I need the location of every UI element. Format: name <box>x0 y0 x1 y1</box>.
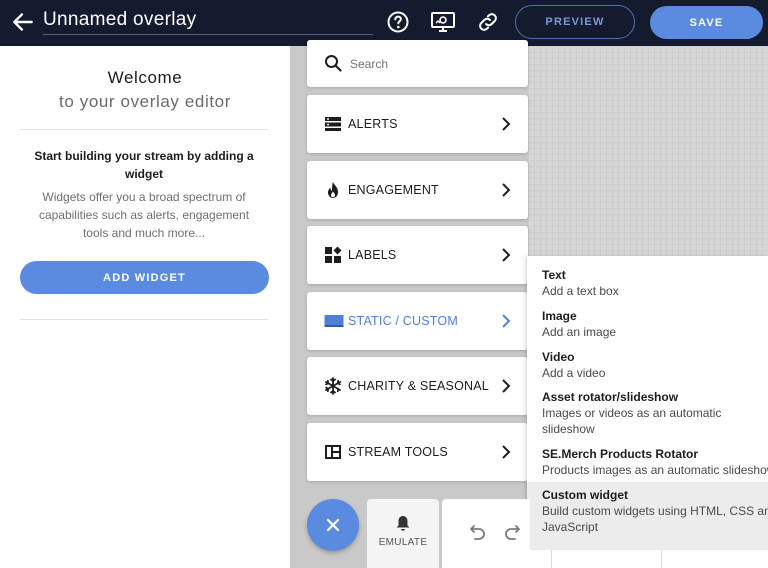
submenu-item-text[interactable]: Text Add a text box <box>527 268 768 306</box>
emulate-button[interactable]: EMULATE <box>367 499 439 568</box>
redo-icon[interactable] <box>504 523 524 541</box>
category-label: STREAM TOOLS <box>348 445 448 459</box>
add-widget-button[interactable]: ADD WIDGET <box>20 261 269 294</box>
divider <box>20 319 268 320</box>
labels-icon <box>325 246 342 263</box>
submenu-item-title: Custom widget <box>542 488 628 502</box>
divider <box>20 129 268 130</box>
undo-icon[interactable] <box>466 523 486 541</box>
search-input[interactable] <box>350 57 510 71</box>
bottom-toolbar-strip <box>527 550 768 568</box>
history-controls <box>442 499 530 568</box>
widget-search[interactable] <box>307 40 528 87</box>
overlay-title-field[interactable]: Unnamed overlay <box>43 6 373 35</box>
category-stream-tools[interactable]: STREAM TOOLS <box>307 423 528 481</box>
welcome-subtitle: to your overlay editor <box>59 92 231 111</box>
chevron-right-icon <box>502 183 511 197</box>
alerts-icon <box>325 117 341 131</box>
chevron-right-icon <box>502 248 511 262</box>
toolbar-divider <box>551 550 552 568</box>
submenu-item-custom-widget[interactable]: Custom widget Build custom widgets using… <box>527 482 768 550</box>
category-alerts[interactable]: ALERTS <box>307 95 528 153</box>
welcome-title: Welcome <box>107 68 183 87</box>
category-engagement[interactable]: ENGAGEMENT <box>307 161 528 219</box>
category-labels[interactable]: LABELS <box>307 226 528 284</box>
submenu-item-description: Products images as an automatic slidesho… <box>542 463 768 477</box>
submenu-item-title: Asset rotator/slideshow <box>542 390 679 404</box>
static-custom-submenu: Text Add a text box Image Add an image V… <box>527 256 768 550</box>
submenu-item-description: Add an image <box>542 325 617 339</box>
static-custom-icon <box>324 315 344 327</box>
stream-tools-icon <box>325 445 341 459</box>
category-static-custom[interactable]: STATIC / CUSTOM <box>307 292 528 350</box>
canvas-grid-area[interactable] <box>528 46 768 256</box>
submenu-item-description: slideshow <box>542 422 595 436</box>
toolbar-divider <box>661 550 662 568</box>
help-icon[interactable] <box>386 10 410 34</box>
description-text: Widgets offer you a broad spectrum of ca… <box>38 190 250 240</box>
submenu-item-description: Images or videos as an automatic <box>542 406 722 420</box>
submenu-item-title: Text <box>542 268 566 282</box>
chevron-right-icon <box>502 445 511 459</box>
category-charity-seasonal[interactable]: CHARITY & SEASONAL <box>307 357 528 415</box>
chevron-right-icon <box>502 379 511 393</box>
category-label: CHARITY & SEASONAL <box>348 379 489 393</box>
submenu-item-description: JavaScript <box>542 520 599 534</box>
start-text: Start building your stream by adding a w… <box>34 149 254 181</box>
snowflake-icon <box>325 377 341 395</box>
submenu-item-title: Video <box>542 350 575 364</box>
emulate-label: EMULATE <box>378 537 428 548</box>
submenu-item-title: Image <box>542 309 577 323</box>
overlay-title[interactable]: Unnamed overlay <box>43 9 196 30</box>
link-icon[interactable] <box>476 10 500 34</box>
category-label: LABELS <box>348 248 397 262</box>
flame-icon <box>328 182 338 198</box>
submenu-item-description: Build custom widgets using HTML, CSS and <box>542 504 768 518</box>
chevron-right-icon <box>502 314 511 328</box>
save-button[interactable]: SAVE <box>650 6 763 39</box>
submenu-item-image[interactable]: Image Add an image <box>527 309 768 347</box>
chevron-right-icon <box>502 117 511 131</box>
submenu-item-merch-rotator[interactable]: SE.Merch Products Rotator Products image… <box>527 447 768 485</box>
submenu-item-description: Add a video <box>542 366 606 380</box>
search-icon <box>325 55 342 72</box>
category-label: STATIC / CUSTOM <box>348 314 458 328</box>
submenu-item-video[interactable]: Video Add a video <box>527 350 768 388</box>
bell-icon <box>396 516 410 531</box>
submenu-item-description: Add a text box <box>542 284 619 298</box>
left-panel: Welcome to your overlay editor Start bui… <box>0 46 290 568</box>
preview-button[interactable]: PREVIEW <box>515 5 635 39</box>
close-icon <box>326 518 340 532</box>
monitor-settings-icon[interactable] <box>430 10 456 34</box>
submenu-item-title: SE.Merch Products Rotator <box>542 447 699 461</box>
category-label: ENGAGEMENT <box>348 183 439 197</box>
back-arrow-icon[interactable] <box>10 9 36 35</box>
category-label: ALERTS <box>348 117 398 131</box>
close-menu-button[interactable] <box>307 499 359 551</box>
submenu-item-asset-rotator[interactable]: Asset rotator/slideshow Images or videos… <box>527 390 768 446</box>
